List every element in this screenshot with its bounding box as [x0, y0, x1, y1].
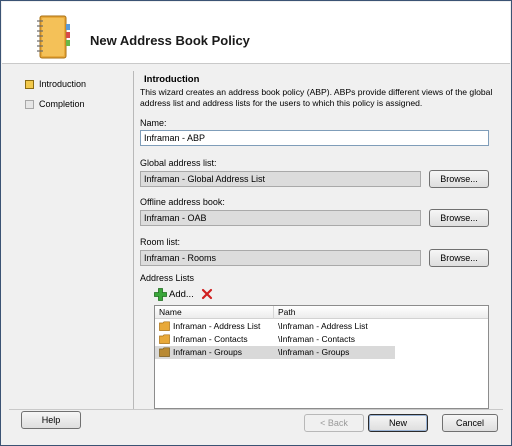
plus-icon: [154, 287, 167, 301]
column-header-path[interactable]: Path: [274, 306, 488, 319]
table-header: Name Path: [155, 306, 488, 319]
gal-label: Global address list:: [140, 158, 217, 168]
folder-icon: [159, 334, 170, 344]
address-lists-table[interactable]: Name Path Inframan - Address List \Infra…: [154, 305, 489, 409]
active-step-icon: [25, 79, 34, 89]
column-header-name[interactable]: Name: [155, 306, 274, 319]
row-path: \Inframan - Groups: [278, 347, 350, 357]
back-button[interactable]: < Back: [304, 414, 364, 432]
nav-item-completion[interactable]: Completion: [25, 97, 125, 111]
row-path: \Inframan - Address List: [278, 321, 368, 331]
cancel-button[interactable]: Cancel: [442, 414, 498, 432]
nav-item-label: Introduction: [39, 79, 87, 89]
help-button[interactable]: Help: [21, 411, 81, 429]
new-button[interactable]: New: [368, 414, 428, 432]
room-list-field: Inframan - Rooms: [140, 250, 421, 266]
section-title: Introduction: [144, 74, 200, 85]
address-book-icon: [37, 15, 70, 59]
section-description: This wizard creates an address book poli…: [140, 87, 493, 108]
address-lists-label: Address Lists: [140, 273, 195, 283]
row-name: Inframan - Contacts: [173, 334, 248, 344]
folder-icon: [159, 321, 170, 331]
nav-item-label: Completion: [39, 99, 85, 109]
table-row[interactable]: Inframan - Address List \Inframan - Addr…: [155, 320, 395, 333]
oab-browse-button[interactable]: Browse...: [429, 209, 489, 227]
table-row-selected[interactable]: Inframan - Groups \Inframan - Groups: [155, 346, 395, 359]
remove-x-icon[interactable]: [201, 288, 213, 300]
room-list-label: Room list:: [140, 237, 181, 247]
pending-step-icon: [25, 99, 34, 109]
add-button-label: Add...: [169, 288, 194, 300]
oab-field: Inframan - OAB: [140, 210, 421, 226]
room-browse-button[interactable]: Browse...: [429, 249, 489, 267]
row-name: Inframan - Address List: [173, 321, 261, 331]
row-path: \Inframan - Contacts: [278, 334, 356, 344]
gal-field: Inframan - Global Address List: [140, 171, 421, 187]
footer-divider: [9, 409, 503, 410]
name-label: Name:: [140, 118, 167, 128]
gal-browse-button[interactable]: Browse...: [429, 170, 489, 188]
add-address-list-button[interactable]: Add...: [154, 286, 194, 302]
folder-icon: [159, 347, 170, 357]
name-input[interactable]: Inframan - ABP: [140, 130, 489, 146]
row-name: Inframan - Groups: [173, 347, 242, 357]
nav-item-introduction[interactable]: Introduction: [25, 77, 125, 91]
table-row[interactable]: Inframan - Contacts \Inframan - Contacts: [155, 333, 395, 346]
oab-label: Offline address book:: [140, 197, 225, 207]
nav-divider: [133, 71, 134, 409]
wizard-window: New Address Book Policy Introduction Com…: [0, 0, 512, 446]
wizard-title: New Address Book Policy: [90, 33, 250, 48]
wizard-header: New Address Book Policy: [2, 2, 510, 64]
